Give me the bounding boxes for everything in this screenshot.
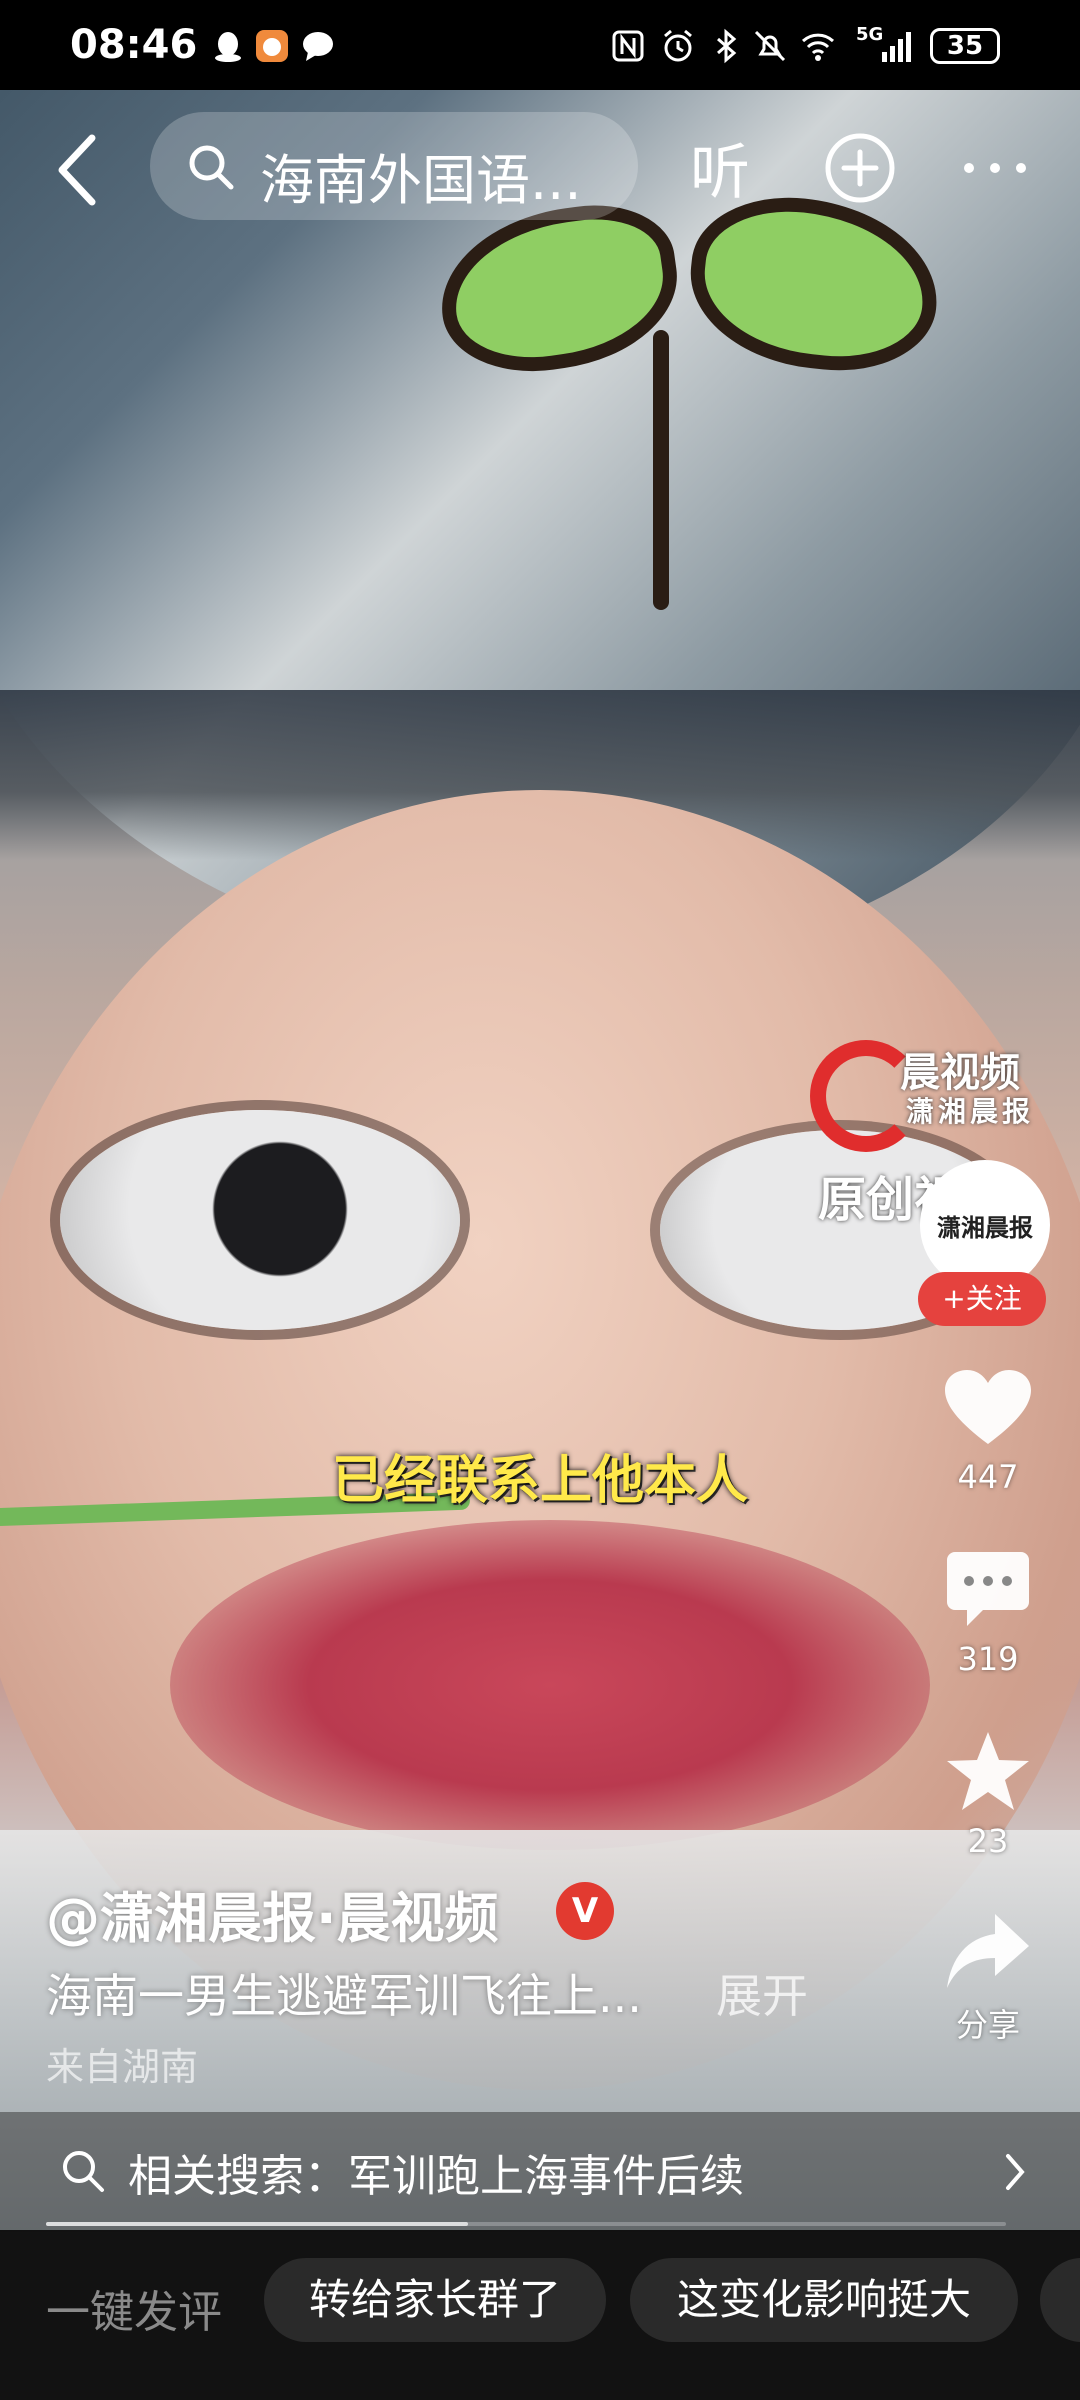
sprout-stem <box>653 330 669 610</box>
listen-button[interactable]: 听 <box>690 124 750 211</box>
ip-location: 来自湖南 <box>46 2045 199 2089</box>
video-description[interactable]: 海南一男生逃避军训飞往上... <box>46 1960 642 2026</box>
video-screen: 晨视频 潇湘晨报 原创视频 已经联系上他本人 08:46 5G 35 海南外国语… <box>0 0 1080 2400</box>
mute-icon <box>754 30 786 62</box>
video-frame-mouth <box>170 1520 930 1850</box>
comment-count: 319 <box>957 1640 1019 1678</box>
verified-badge: V <box>556 1882 614 1940</box>
chevron-right-icon <box>1006 2154 1025 2190</box>
video-subtitle: 已经联系上他本人 <box>331 1451 748 1511</box>
favorite-count: 23 <box>967 1822 1009 1860</box>
avatar-text: 潇湘晨报 <box>937 1214 1033 1242</box>
app-notification-icon <box>256 30 288 62</box>
star-icon <box>947 1732 1029 1810</box>
playback-progress-fill <box>46 2222 469 2226</box>
comment-icon <box>947 1552 1029 1626</box>
quick-comment-chip[interactable]: 转给家长群了 <box>264 2258 606 2342</box>
bluetooth-icon <box>717 28 737 64</box>
expand-button[interactable]: 展开 <box>716 1960 808 2026</box>
top-nav: 海南外国语... 听 <box>0 100 1080 240</box>
qq-icon <box>215 32 241 62</box>
share-arrow-icon <box>947 1914 1029 1988</box>
signal-icon <box>882 32 911 62</box>
watermark-publisher: 潇湘晨报 <box>906 1095 1035 1128</box>
favorite-button[interactable]: 23 <box>920 1730 1056 1860</box>
message-icon <box>303 32 333 61</box>
related-search-bar[interactable]: 相关搜索：军训跑上海事件后续 <box>0 2112 1080 2230</box>
plus-circle-icon[interactable] <box>820 128 900 208</box>
quick-comment-chip-partial[interactable] <box>1040 2258 1080 2342</box>
status-time: 08:46 <box>70 22 198 68</box>
playback-progress[interactable] <box>46 2222 1006 2226</box>
share-button[interactable]: 分享 <box>920 1912 1056 2046</box>
battery-indicator: 35 <box>930 28 1000 64</box>
alarm-icon <box>664 29 692 62</box>
wifi-icon <box>801 33 835 61</box>
bottom-quick-comment-bar: 一键发评 转给家长群了 这变化影响挺大 <box>0 2232 1080 2400</box>
video-frame-eye-left <box>60 1110 460 1330</box>
follow-button[interactable]: +关注 <box>918 1272 1046 1326</box>
search-icon <box>189 145 234 190</box>
status-bar: 08:46 5G 35 <box>0 0 1080 90</box>
author-name[interactable]: @潇湘晨报·晨视频 <box>46 1874 499 1953</box>
heart-icon <box>945 1370 1031 1444</box>
quick-comment-chip[interactable]: 这变化影响挺大 <box>630 2258 1018 2342</box>
share-label: 分享 <box>955 2006 1020 2044</box>
comment-button[interactable]: 319 <box>920 1550 1056 1678</box>
quick-comment-label: 一键发评 <box>46 2287 222 2338</box>
related-search-text: 相关搜索：军训跑上海事件后续 <box>128 2151 744 2202</box>
search-query: 海南外国语... <box>260 149 582 212</box>
like-count: 447 <box>957 1458 1019 1496</box>
nfc-icon <box>612 30 644 62</box>
like-button[interactable]: 447 <box>920 1368 1056 1496</box>
more-icon[interactable] <box>955 128 1035 208</box>
search-icon <box>63 2151 104 2192</box>
back-icon[interactable] <box>50 130 110 210</box>
author-avatar[interactable]: 潇湘晨报 <box>920 1160 1050 1290</box>
search-bar[interactable]: 海南外国语... <box>150 112 638 220</box>
